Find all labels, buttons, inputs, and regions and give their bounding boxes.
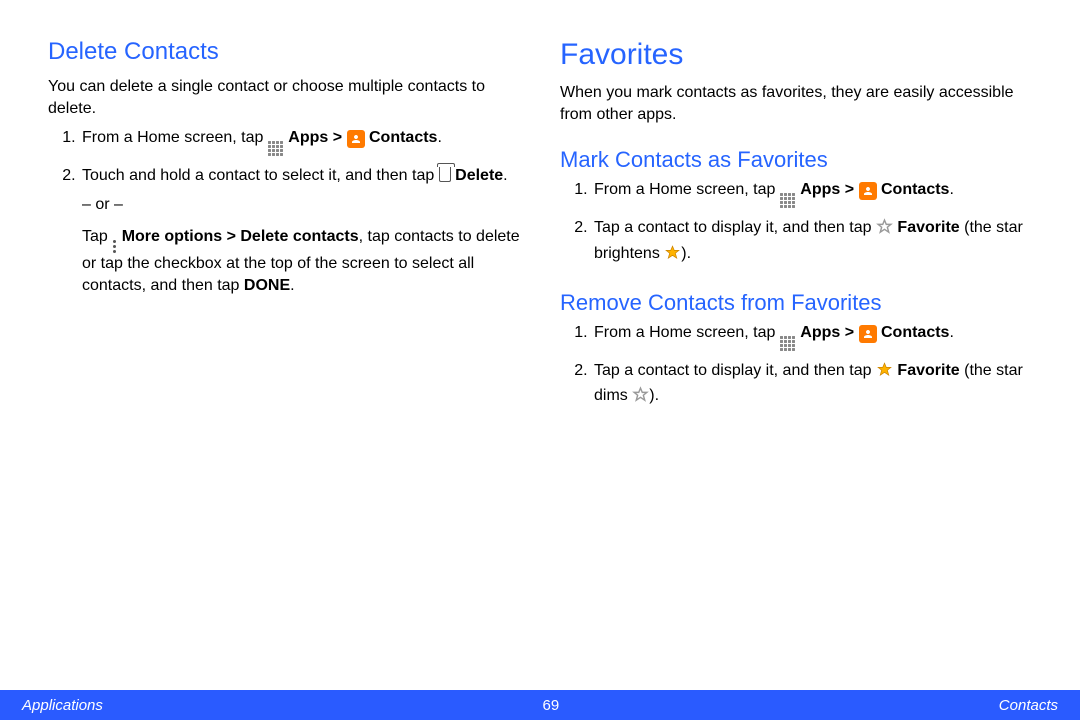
or-divider: – or – [82,194,520,216]
text: . [949,181,953,198]
contacts-label: Contacts [369,129,437,146]
contacts-label: Contacts [881,181,949,198]
mark-step-2: Tap a contact to display it, and then ta… [592,217,1032,268]
breadcrumb-separator: > [840,324,858,341]
text: From a Home screen, tap [594,181,780,198]
more-options-label: More options > Delete contacts [122,228,359,245]
text: . [437,129,441,146]
heading-delete-contacts: Delete Contacts [48,38,520,66]
text: . [503,167,507,184]
text: Tap a contact to display it, and then ta… [594,362,876,379]
delete-step-2: Touch and hold a contact to select it, a… [80,165,520,298]
apps-label: Apps [288,129,328,146]
remove-step-2: Tap a contact to display it, and then ta… [592,360,1032,411]
mark-steps-list: From a Home screen, tap Apps > Contacts.… [560,179,1032,268]
text: Touch and hold a contact to select it, a… [82,167,439,184]
apps-grid-icon [780,336,796,352]
heading-favorites: Favorites [560,38,1032,72]
star-outline-icon [876,218,893,242]
contacts-icon [859,182,877,200]
text: . [290,277,294,294]
page-footer: Applications 69 Contacts [0,690,1080,720]
paragraph-delete-intro: You can delete a single contact or choos… [48,76,520,119]
favorite-label: Favorite [897,219,959,236]
text: From a Home screen, tap [594,324,780,341]
right-column: Favorites When you mark contacts as favo… [560,38,1032,720]
delete-step-1: From a Home screen, tap Apps > Contacts. [80,127,520,157]
mark-step-1: From a Home screen, tap Apps > Contacts. [592,179,1032,209]
text: ). [649,387,659,404]
text: ). [681,245,691,262]
text: Tap [82,228,112,245]
breadcrumb-separator: > [840,181,858,198]
page-number: 69 [543,697,560,714]
trash-icon [439,167,451,182]
contacts-icon [859,325,877,343]
star-filled-icon [876,361,893,385]
document-page: Delete Contacts You can delete a single … [0,0,1080,720]
footer-section-right: Contacts [999,697,1058,714]
done-label: DONE [244,277,290,294]
contacts-icon [347,130,365,148]
apps-label: Apps [800,324,840,341]
delete-steps-list: From a Home screen, tap Apps > Contacts.… [48,127,520,298]
paragraph-favorites-intro: When you mark contacts as favorites, the… [560,82,1032,125]
text: From a Home screen, tap [82,129,268,146]
contacts-label: Contacts [881,324,949,341]
remove-steps-list: From a Home screen, tap Apps > Contacts.… [560,322,1032,411]
footer-section-left: Applications [22,697,103,714]
text: Tap a contact to display it, and then ta… [594,219,876,236]
apps-grid-icon [780,193,796,209]
breadcrumb-separator: > [328,129,346,146]
text: . [949,324,953,341]
heading-remove-favorites: Remove Contacts from Favorites [560,290,1032,316]
favorite-label: Favorite [897,362,959,379]
left-column: Delete Contacts You can delete a single … [48,38,520,720]
apps-grid-icon [268,141,284,157]
more-options-icon [113,240,116,253]
apps-label: Apps [800,181,840,198]
delete-label: Delete [455,167,503,184]
star-bright-icon [664,244,681,268]
heading-mark-favorites: Mark Contacts as Favorites [560,147,1032,173]
remove-step-1: From a Home screen, tap Apps > Contacts. [592,322,1032,352]
star-dim-icon [632,386,649,410]
